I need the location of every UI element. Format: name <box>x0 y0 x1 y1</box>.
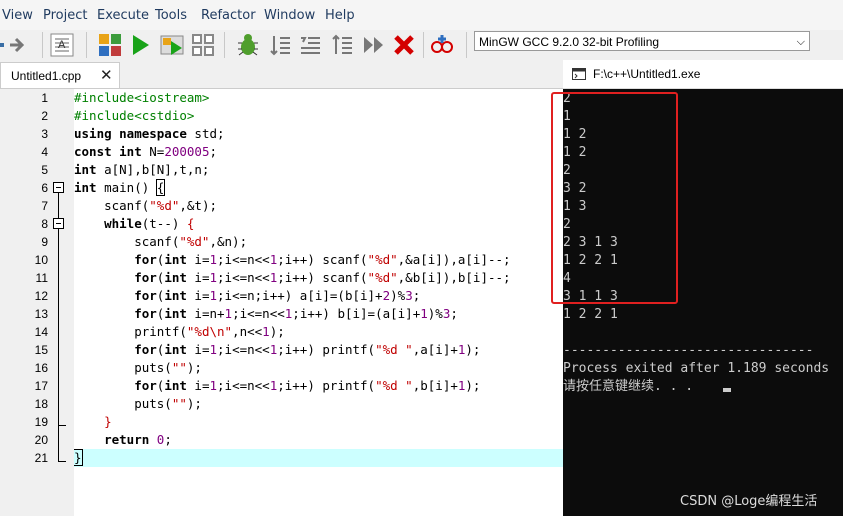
code-line: for(int i=1;i<=n<<1;i++) printf("%d ",b[… <box>134 378 481 393</box>
fold-line <box>58 229 59 461</box>
line-number: 5 <box>41 163 48 177</box>
code-line: return 0; <box>104 432 172 447</box>
console-line: -------------------------------- <box>563 343 814 358</box>
menu-tools[interactable]: Tools <box>155 8 187 23</box>
code-line: using namespace std; <box>74 126 225 141</box>
code-line: puts(""); <box>74 396 202 411</box>
line-number: 4 <box>41 145 48 159</box>
run-icon[interactable] <box>128 33 152 57</box>
line-number: 17 <box>34 379 48 393</box>
highlight-box <box>551 92 678 304</box>
menu-help[interactable]: Help <box>325 8 355 23</box>
code-line: for(int i=n+1;i<=n<<1;i++) b[i]=(a[i]+1)… <box>134 306 458 321</box>
fold-line <box>58 193 59 218</box>
line-number: 9 <box>41 235 48 249</box>
code-line: const int N=200005; <box>74 144 217 159</box>
code-line: scanf("%d",&n); <box>74 234 248 249</box>
line-number: 21 <box>34 451 48 465</box>
code-line: while(t--) { <box>104 216 195 231</box>
code-line: for(int i=1;i<=n<<1;i++) printf("%d ",a[… <box>134 342 481 357</box>
console-line: 请按任意键继续. . . <box>563 379 694 394</box>
watermark: CSDN @Loge编程生活 <box>680 494 818 509</box>
console-line: Process exited after 1.189 seconds <box>563 361 830 376</box>
compiler-select-value: MinGW GCC 9.2.0 32-bit Profiling <box>479 35 660 49</box>
tab-label: Untitled1.cpp <box>11 69 82 83</box>
menu-view[interactable]: View <box>2 8 33 23</box>
console-app-icon <box>572 68 586 80</box>
code-line: int main() { <box>74 179 166 196</box>
line-number: 15 <box>34 343 48 357</box>
line-number: 8 <box>41 217 48 231</box>
indent-icon[interactable]: A <box>50 33 74 57</box>
code-line: } <box>104 414 112 429</box>
compile-run-icon[interactable] <box>160 33 184 57</box>
console-title: F:\c++\Untitled1.exe <box>593 67 701 81</box>
code-line: for(int i=1;i<=n<<1;i++) scanf("%d",&a[i… <box>134 252 511 267</box>
grid-icon[interactable] <box>98 33 122 57</box>
menu-project[interactable]: Project <box>43 8 87 23</box>
code-line: int a[N],b[N],t,n; <box>74 162 210 177</box>
line-number: 18 <box>34 397 48 411</box>
code-line: for(int i=1;i<=n;i++) a[i]=(b[i]+2)%3; <box>134 288 421 303</box>
line-number: 2 <box>41 109 48 123</box>
profile-icon[interactable] <box>430 33 454 57</box>
line-number: 16 <box>34 361 48 375</box>
console-title-bar: F:\c++\Untitled1.exe <box>563 60 843 89</box>
code-line: scanf("%d",&t); <box>74 198 218 213</box>
arrow-right-icon[interactable] <box>0 33 24 57</box>
current-line-highlight <box>74 449 563 467</box>
line-number: 13 <box>34 307 48 321</box>
tab-untitled1[interactable]: Untitled1.cpp ✕ <box>0 62 120 88</box>
code-editor[interactable]: #include<iostream> #include<cstdio> usin… <box>74 89 563 516</box>
menu-execute[interactable]: Execute <box>97 8 149 23</box>
line-number: 12 <box>34 289 48 303</box>
fold-toggle-icon[interactable] <box>53 182 64 193</box>
line-number: 14 <box>34 325 48 339</box>
line-number: 10 <box>34 253 48 267</box>
fold-toggle-icon[interactable] <box>53 218 64 229</box>
line-number: 1 <box>41 91 48 105</box>
compiler-select[interactable]: MinGW GCC 9.2.0 32-bit Profiling ⌵ <box>474 31 810 51</box>
continue-icon[interactable] <box>362 33 386 57</box>
line-number: 19 <box>34 415 48 429</box>
stop-icon[interactable] <box>392 33 416 57</box>
code-line: #include<cstdio> <box>74 108 195 123</box>
menu-refactor[interactable]: Refactor <box>201 8 256 23</box>
line-number: 6 <box>41 181 48 195</box>
menu-window[interactable]: Window <box>264 8 315 23</box>
rebuild-icon[interactable] <box>191 33 215 57</box>
line-number: 20 <box>34 433 48 447</box>
line-number: 11 <box>35 271 48 285</box>
console-cursor <box>723 388 731 392</box>
menu-bar: View Project Execute Tools Refactor Wind… <box>0 0 843 30</box>
code-line: } <box>74 449 83 466</box>
code-line: for(int i=1;i<=n<<1;i++) scanf("%d",&b[i… <box>134 270 511 285</box>
line-number: 7 <box>41 199 48 213</box>
step-icon[interactable] <box>268 33 292 57</box>
code-line: #include<iostream> <box>74 90 210 105</box>
step-into-icon[interactable] <box>330 33 354 57</box>
chevron-down-icon[interactable]: ⌵ <box>797 32 805 52</box>
svg-text:A: A <box>58 39 66 51</box>
line-number: 3 <box>41 127 48 141</box>
code-line: printf("%d\n",n<<1); <box>74 324 285 339</box>
close-icon[interactable]: ✕ <box>100 66 113 84</box>
code-line: puts(""); <box>74 360 202 375</box>
console-line: 1 2 2 1 <box>563 307 618 322</box>
debug-icon[interactable] <box>236 33 260 57</box>
step-over-icon[interactable] <box>298 33 322 57</box>
